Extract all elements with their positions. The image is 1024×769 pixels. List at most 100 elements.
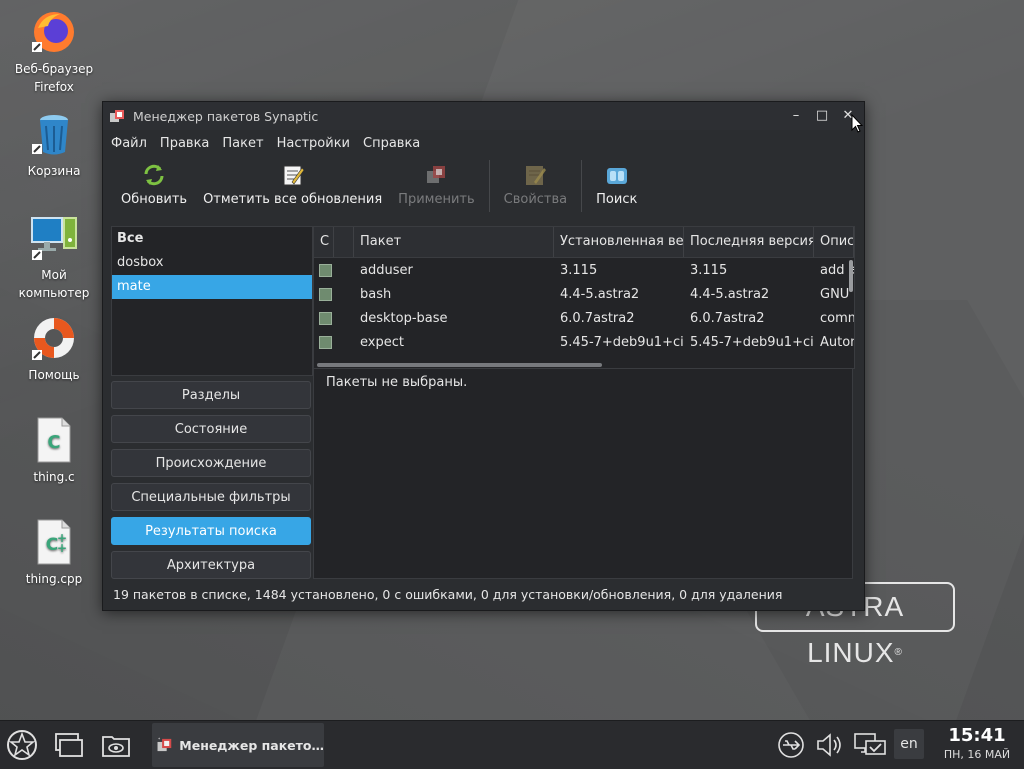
installed-checkbox-icon[interactable] bbox=[319, 311, 332, 325]
status-cell bbox=[314, 335, 334, 349]
filter-item-mate[interactable]: mate bbox=[112, 275, 312, 299]
table-row[interactable]: desktop-base 6.0.7astra2 6.0.7astra2 com… bbox=[314, 306, 854, 330]
clock-time: 15:41 bbox=[948, 725, 1006, 746]
minimize-button[interactable]: – bbox=[786, 106, 806, 126]
volume-icon bbox=[817, 733, 841, 757]
clock-date: ПН, 16 МАЙ bbox=[943, 748, 1011, 761]
window-title: Менеджер пакетов Synaptic bbox=[133, 108, 319, 124]
package-table: С Пакет Установленная версия Последняя в… bbox=[313, 226, 855, 369]
taskbar: * Менеджер пакето… en 15:41 ПН, 16 МАЙ bbox=[0, 720, 1024, 769]
desktop-icon-label: Помощь bbox=[28, 368, 80, 382]
start-menu-button[interactable] bbox=[4, 727, 40, 763]
package-description: GNU Bourne Again SHell bbox=[820, 286, 854, 302]
usb-icon bbox=[778, 732, 804, 758]
column-header-support[interactable] bbox=[334, 227, 354, 257]
synaptic-app-icon bbox=[110, 110, 124, 122]
menu-settings[interactable]: Настройки bbox=[277, 136, 350, 151]
table-vertical-scrollbar[interactable] bbox=[849, 260, 853, 292]
origin-button[interactable]: Происхождение bbox=[111, 449, 311, 477]
package-description: Automates interactive applications bbox=[820, 334, 854, 350]
lifebuoy-icon bbox=[30, 314, 78, 362]
properties-icon bbox=[526, 166, 547, 185]
desktop-icon-label: компьютер bbox=[18, 286, 90, 300]
mark-all-upgrades-button[interactable]: Отметить все обновления bbox=[195, 162, 390, 207]
package-details-pane: Пакеты не выбраны. bbox=[313, 368, 853, 579]
search-button[interactable]: Поиск bbox=[588, 162, 645, 207]
desktop-icon-thing-cpp[interactable]: C + + thing.cpp bbox=[8, 518, 100, 588]
latest-version: 3.115 bbox=[690, 262, 728, 278]
volume-tray-button[interactable] bbox=[814, 729, 846, 761]
desktop-icon-label: Корзина bbox=[27, 164, 81, 178]
search-icon bbox=[606, 168, 627, 184]
refresh-icon bbox=[144, 164, 164, 186]
reload-button[interactable]: Обновить bbox=[113, 162, 195, 207]
menu-edit[interactable]: Правка bbox=[160, 136, 209, 151]
package-name: desktop-base bbox=[360, 310, 448, 326]
column-header-package[interactable]: Пакет bbox=[354, 227, 554, 257]
table-row[interactable]: expect 5.45-7+deb9u1+ci202 5.45-7+deb9u1… bbox=[314, 330, 854, 354]
keyboard-layout-indicator[interactable]: en bbox=[894, 729, 924, 759]
search-results-button[interactable]: Результаты поиска bbox=[111, 517, 311, 545]
desktop-icon-label: Мой bbox=[41, 268, 67, 282]
synaptic-window: Менеджер пакетов Synaptic – □ ✕ Файл Пра… bbox=[102, 101, 865, 611]
latest-version: 4.4-5.astra2 bbox=[690, 286, 770, 302]
column-header-status[interactable]: С bbox=[314, 227, 334, 257]
package-description: add and remove users and groups bbox=[820, 262, 854, 278]
star-menu-icon bbox=[7, 730, 37, 760]
desktop-icon-label: thing.cpp bbox=[25, 572, 83, 586]
desktop-icon-trash[interactable]: Корзина bbox=[8, 110, 100, 180]
usb-tray-button[interactable] bbox=[776, 729, 806, 761]
file-manager-button[interactable] bbox=[98, 727, 134, 763]
status-cell bbox=[314, 263, 334, 277]
network-tray-button[interactable] bbox=[852, 729, 888, 761]
filter-list: Все dosbox mate bbox=[111, 226, 313, 376]
installed-checkbox-icon[interactable] bbox=[319, 335, 332, 349]
properties-button[interactable]: Свойства bbox=[496, 162, 576, 207]
toolbar-label: Поиск bbox=[596, 192, 638, 207]
installed-version: 5.45-7+deb9u1+ci202 bbox=[560, 334, 684, 350]
taskbar-task-synaptic[interactable]: * Менеджер пакето… bbox=[152, 723, 324, 767]
synaptic-task-icon: * bbox=[157, 737, 172, 752]
desktop-icon-my-computer[interactable]: Мой компьютер bbox=[8, 214, 100, 302]
custom-filters-button[interactable]: Специальные фильтры bbox=[111, 483, 311, 511]
desktop-icon-thing-c[interactable]: C thing.c bbox=[8, 416, 100, 486]
status-cell bbox=[314, 311, 334, 325]
mark-upgrades-icon bbox=[283, 165, 305, 186]
filter-item-dosbox[interactable]: dosbox bbox=[112, 251, 312, 275]
desktop-icon-help[interactable]: Помощь bbox=[8, 314, 100, 384]
status-bar: 19 пакетов в списке, 1484 установлено, 0… bbox=[113, 587, 783, 602]
apply-button[interactable]: Применить bbox=[390, 162, 482, 207]
desktop-icon-firefox[interactable]: Веб-браузер Firefox bbox=[8, 8, 100, 96]
table-header: С Пакет Установленная версия Последняя в… bbox=[314, 227, 854, 258]
toolbar-label: Отметить все обновления bbox=[203, 192, 383, 207]
maximize-button[interactable]: □ bbox=[812, 106, 832, 126]
clock[interactable]: 15:41 ПН, 16 МАЙ bbox=[932, 725, 1022, 763]
installed-checkbox-icon[interactable] bbox=[319, 263, 332, 277]
table-horizontal-scrollbar[interactable] bbox=[317, 363, 602, 367]
menu-package[interactable]: Пакет bbox=[222, 136, 263, 151]
table-row[interactable]: adduser 3.115 3.115 add and remove users… bbox=[314, 258, 854, 282]
filter-item-all[interactable]: Все bbox=[112, 227, 312, 251]
windows-overview-icon bbox=[55, 733, 83, 757]
latest-version: 5.45-7+deb9u1+ci202 bbox=[690, 334, 814, 350]
menu-file[interactable]: Файл bbox=[111, 136, 147, 151]
details-text: Пакеты не выбраны. bbox=[326, 375, 468, 390]
installed-checkbox-icon[interactable] bbox=[319, 287, 332, 301]
table-row[interactable]: bash 4.4-5.astra2 4.4-5.astra2 GNU Bourn… bbox=[314, 282, 854, 306]
sections-button[interactable]: Разделы bbox=[111, 381, 311, 409]
column-header-description[interactable]: Описание bbox=[814, 227, 854, 257]
architecture-button[interactable]: Архитектура bbox=[111, 551, 311, 579]
menu-bar: Файл Правка Пакет Настройки Справка bbox=[103, 130, 864, 156]
status-button[interactable]: Состояние bbox=[111, 415, 311, 443]
toolbar-separator bbox=[581, 160, 583, 212]
column-header-latest-version[interactable]: Последняя версия bbox=[684, 227, 814, 257]
trash-icon bbox=[30, 110, 78, 158]
column-header-installed-version[interactable]: Установленная версия bbox=[554, 227, 684, 257]
taskbar-task-label: Менеджер пакето… bbox=[179, 737, 324, 753]
show-windows-button[interactable] bbox=[50, 727, 86, 763]
svg-text:+: + bbox=[57, 541, 67, 555]
toolbar-separator bbox=[488, 160, 490, 212]
menu-help[interactable]: Справка bbox=[363, 136, 420, 151]
window-titlebar[interactable]: Менеджер пакетов Synaptic – □ ✕ bbox=[103, 102, 864, 130]
desktop-icon-label: Firefox bbox=[34, 80, 74, 94]
